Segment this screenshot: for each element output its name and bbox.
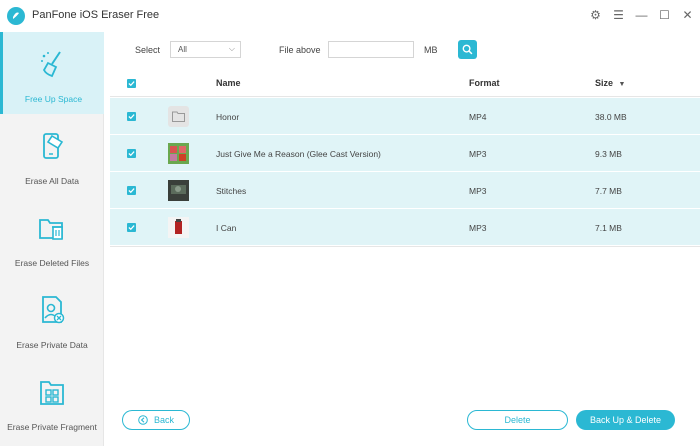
window-controls: ⚙ ☰ — ☐ ✕: [589, 8, 694, 22]
folder-trash-icon: [39, 219, 63, 240]
row-format: MP3: [469, 186, 487, 196]
column-header-size[interactable]: Size ▼: [595, 78, 625, 88]
sidebar-item-label: Erase All Data: [25, 176, 79, 186]
table-empty-area: [110, 246, 700, 397]
sidebar-item-label: Erase Deleted Files: [14, 258, 90, 268]
folder-icon: [168, 106, 189, 127]
title-bar: PanFone iOS Eraser Free ⚙ ☰ — ☐ ✕: [0, 0, 700, 32]
sort-desc-icon: ▼: [618, 81, 626, 88]
app-logo-icon: [7, 7, 25, 25]
row-name: Just Give Me a Reason (Glee Cast Version…: [216, 149, 381, 159]
row-name: Stitches: [216, 186, 247, 196]
back-button-label: Back: [153, 415, 174, 425]
sidebar-item-label: Erase Private Data: [16, 340, 88, 350]
album-art-icon: [168, 180, 189, 201]
row-size: 9.3 MB: [595, 149, 622, 159]
column-header-format[interactable]: Format: [469, 78, 500, 88]
file-size-input[interactable]: [328, 41, 414, 58]
row-checkbox[interactable]: [127, 112, 136, 121]
close-icon[interactable]: ✕: [681, 8, 694, 22]
row-checkbox[interactable]: [127, 223, 136, 232]
row-format: MP3: [469, 149, 487, 159]
row-size: 7.1 MB: [595, 223, 622, 233]
back-arrow-icon: [138, 415, 148, 425]
column-header-size-label: Size: [595, 78, 614, 88]
private-file-icon: [42, 296, 65, 324]
row-size: 38.0 MB: [595, 112, 627, 122]
sidebar-item-erase-private-fragment[interactable]: Erase Private Fragment: [0, 360, 104, 442]
row-name: Honor: [216, 112, 240, 122]
sidebar-item-erase-deleted-files[interactable]: Erase Deleted Files: [0, 196, 104, 278]
size-unit-label: MB: [424, 45, 438, 55]
select-all-checkbox[interactable]: [127, 79, 136, 88]
row-checkbox[interactable]: [127, 186, 136, 195]
check-icon: [128, 188, 135, 194]
backup-delete-button[interactable]: Back Up & Delete: [576, 410, 675, 430]
settings-icon[interactable]: ⚙: [589, 8, 602, 22]
chevron-down-icon: ⌵: [228, 44, 235, 53]
search-icon: [462, 44, 473, 55]
row-format: MP4: [469, 112, 487, 122]
row-size: 7.7 MB: [595, 186, 622, 196]
phone-erase-icon: [43, 133, 64, 159]
sidebar-item-erase-all-data[interactable]: Erase All Data: [0, 114, 104, 196]
search-button[interactable]: [458, 40, 477, 59]
row-name: I Can: [216, 223, 237, 233]
check-icon: [128, 114, 135, 120]
check-icon: [128, 151, 135, 157]
sidebar-item-free-up-space[interactable]: Free Up Space: [0, 32, 104, 114]
fragment-grid-icon: [40, 381, 64, 405]
back-button[interactable]: Back: [122, 410, 190, 430]
table-row[interactable]: I Can MP3 7.1 MB: [110, 209, 700, 246]
table-row[interactable]: Honor MP4 38.0 MB: [110, 98, 700, 135]
select-value: All: [178, 45, 187, 54]
select-label: Select: [135, 45, 161, 55]
file-table: Name Format Size ▼ Honor MP4 38.0 MB Jus…: [110, 67, 700, 397]
app-title: PanFone iOS Eraser Free: [32, 9, 160, 21]
check-icon: [128, 81, 135, 87]
table-row[interactable]: Stitches MP3 7.7 MB: [110, 172, 700, 209]
row-checkbox[interactable]: [127, 149, 136, 158]
sidebar-item-label: Erase Private Fragment: [7, 422, 97, 432]
table-row[interactable]: Just Give Me a Reason (Glee Cast Version…: [110, 135, 700, 172]
sidebar-item-erase-private-data[interactable]: Erase Private Data: [0, 278, 104, 360]
column-header-name[interactable]: Name: [216, 78, 241, 88]
sidebar-item-label: Free Up Space: [24, 94, 83, 104]
file-above-label: File above: [279, 45, 321, 55]
file-type-select[interactable]: All ⌵: [170, 41, 241, 58]
check-icon: [128, 225, 135, 231]
minimize-icon[interactable]: —: [635, 8, 648, 22]
broom-icon: [40, 51, 61, 78]
album-art-icon: [168, 217, 189, 238]
table-header: Name Format Size ▼: [110, 67, 700, 97]
delete-button[interactable]: Delete: [467, 410, 568, 430]
maximize-icon[interactable]: ☐: [658, 8, 671, 22]
sidebar: Free Up Space Erase All Data Erase Delet…: [0, 32, 104, 446]
menu-icon[interactable]: ☰: [612, 8, 625, 22]
album-art-icon: [168, 143, 189, 164]
row-format: MP3: [469, 223, 487, 233]
